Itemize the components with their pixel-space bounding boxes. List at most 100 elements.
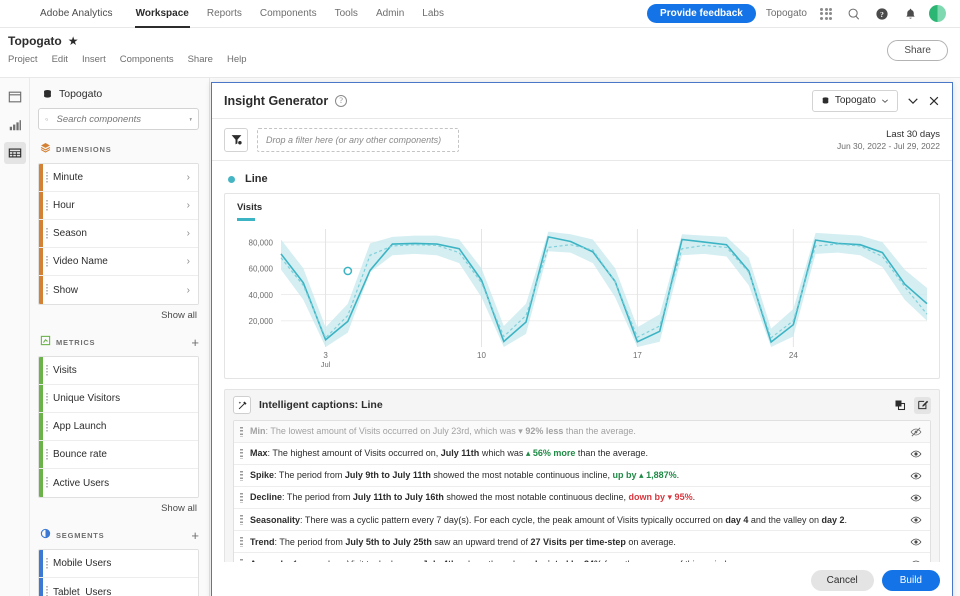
project-menu-components[interactable]: Components <box>120 54 174 65</box>
caption-row-min[interactable]: Min: The lowest amount of Visits occurre… <box>234 421 930 443</box>
panels-icon[interactable] <box>4 86 26 108</box>
collapse-icon[interactable] <box>907 95 919 107</box>
caption-row-decline[interactable]: Decline: The period from July 11th to Ju… <box>234 487 930 509</box>
eye-icon[interactable] <box>910 514 922 526</box>
caption-row-anomaly[interactable]: Anomaly: 1 anomalous Visit took place on… <box>234 553 930 562</box>
show-all-metrics[interactable]: Show all <box>38 503 197 514</box>
nav-item-reports[interactable]: Reports <box>198 0 251 28</box>
report-suite-label-row[interactable]: Topogato <box>42 88 199 100</box>
chevron-right-icon[interactable]: › <box>187 256 190 267</box>
component-label: App Launch <box>53 421 106 432</box>
project-menu-edit[interactable]: Edit <box>52 54 68 65</box>
search-input[interactable] <box>55 113 183 126</box>
chevron-right-icon[interactable]: › <box>187 200 190 211</box>
nav-item-components[interactable]: Components <box>251 0 326 28</box>
components-icon[interactable] <box>4 142 26 164</box>
search-components-box[interactable] <box>38 108 199 130</box>
help-icon[interactable]: ? <box>873 5 891 23</box>
drag-handle-icon[interactable] <box>46 284 48 296</box>
question-mark-icon[interactable]: ? <box>335 95 347 107</box>
star-icon[interactable]: ★ <box>68 35 79 47</box>
project-menu-help[interactable]: Help <box>227 54 247 65</box>
avatar[interactable] <box>929 5 946 22</box>
drag-handle-icon[interactable] <box>240 427 243 437</box>
modal-body: Line Visits 20,00040,00060,00080,0003Jul… <box>212 161 952 562</box>
drag-handle-icon[interactable] <box>46 200 48 212</box>
app-grid-icon[interactable] <box>817 5 835 23</box>
build-button[interactable]: Build <box>882 570 940 591</box>
copy-icon[interactable] <box>891 397 908 414</box>
drag-handle-icon[interactable] <box>46 558 48 570</box>
nav-item-tools[interactable]: Tools <box>326 0 367 28</box>
nav-item-labs[interactable]: Labs <box>413 0 453 28</box>
close-icon[interactable] <box>928 95 940 107</box>
eye-icon[interactable] <box>910 492 922 504</box>
caption-row-spike[interactable]: Spike: The period from July 9th to July … <box>234 465 930 487</box>
caption-row-trend[interactable]: Trend: The period from July 5th to July … <box>234 531 930 553</box>
show-all-dimensions[interactable]: Show all <box>38 310 197 321</box>
filter-dropzone[interactable]: Drop a filter here (or any other compone… <box>257 128 459 152</box>
eye-slash-icon[interactable] <box>910 426 922 438</box>
eye-icon[interactable] <box>910 470 922 482</box>
component-item[interactable]: Hour› <box>39 192 198 220</box>
project-menu: Project Edit Insert Components Share Help <box>8 54 948 65</box>
drag-handle-icon[interactable] <box>240 493 243 503</box>
component-item[interactable]: Minute› <box>39 164 198 192</box>
date-range[interactable]: Last 30 days Jun 30, 2022 - Jul 29, 2022 <box>837 129 940 151</box>
drag-handle-icon[interactable] <box>46 421 48 433</box>
edit-icon[interactable] <box>914 397 931 414</box>
drag-handle-icon[interactable] <box>46 477 48 489</box>
bell-icon[interactable] <box>901 5 919 23</box>
anomaly-marker[interactable] <box>344 267 351 274</box>
caption-row-seasonality[interactable]: Seasonality: There was a cyclic pattern … <box>234 509 930 531</box>
project-menu-share[interactable]: Share <box>188 54 213 65</box>
drag-handle-icon[interactable] <box>240 471 243 481</box>
component-item[interactable]: Mobile Users <box>39 550 198 578</box>
section-label: METRICS <box>56 338 95 347</box>
project-menu-project[interactable]: Project <box>8 54 38 65</box>
chevron-right-icon[interactable]: › <box>187 228 190 239</box>
share-button[interactable]: Share <box>887 40 948 61</box>
caption-row-max[interactable]: Max: The highest amount of Visits occurr… <box>234 443 930 465</box>
component-item[interactable]: App Launch <box>39 413 198 441</box>
component-item[interactable]: Show› <box>39 276 198 304</box>
eye-icon[interactable] <box>910 536 922 548</box>
nav-item-workspace[interactable]: Workspace <box>127 0 198 28</box>
add-segments-button[interactable]: + <box>191 529 199 542</box>
component-item[interactable]: Video Name› <box>39 248 198 276</box>
cancel-button[interactable]: Cancel <box>811 570 874 591</box>
drag-handle-icon[interactable] <box>46 365 48 377</box>
account-name-label[interactable]: Topogato <box>766 8 807 19</box>
drag-handle-icon[interactable] <box>240 449 243 459</box>
component-item[interactable]: Unique Visitors <box>39 385 198 413</box>
nav-item-admin[interactable]: Admin <box>367 0 413 28</box>
chevron-right-icon[interactable]: › <box>187 172 190 183</box>
drag-handle-icon[interactable] <box>46 586 48 596</box>
drag-handle-icon[interactable] <box>46 256 48 268</box>
add-metrics-button[interactable]: + <box>191 336 199 349</box>
component-item[interactable]: Bounce rate <box>39 441 198 469</box>
eye-icon[interactable] <box>910 448 922 460</box>
line-chart[interactable]: 20,00040,00060,00080,0003Jul101724 <box>235 223 935 371</box>
provide-feedback-button[interactable]: Provide feedback <box>647 4 756 23</box>
drag-handle-icon[interactable] <box>46 228 48 240</box>
filter-bar: Drop a filter here (or any other compone… <box>212 119 952 161</box>
filter-add-icon[interactable] <box>224 128 248 152</box>
report-suite-selector[interactable]: Topogato <box>812 90 898 112</box>
drag-handle-icon[interactable] <box>240 537 243 547</box>
section-header-dimensions: DIMENSIONS <box>40 140 199 158</box>
search-icon[interactable] <box>845 5 863 23</box>
drag-handle-icon[interactable] <box>46 393 48 405</box>
insight-generator-modal: Insight Generator ? Topogato Drop a filt… <box>211 82 953 596</box>
project-menu-insert[interactable]: Insert <box>82 54 106 65</box>
component-item[interactable]: Tablet Users <box>39 578 198 596</box>
component-label: Tablet Users <box>53 587 111 596</box>
component-item[interactable]: Season› <box>39 220 198 248</box>
drag-handle-icon[interactable] <box>46 172 48 184</box>
drag-handle-icon[interactable] <box>240 515 243 525</box>
visualizations-icon[interactable] <box>4 114 26 136</box>
chevron-right-icon[interactable]: › <box>187 285 190 296</box>
component-item[interactable]: Visits <box>39 357 198 385</box>
component-item[interactable]: Active Users <box>39 469 198 497</box>
drag-handle-icon[interactable] <box>46 449 48 461</box>
